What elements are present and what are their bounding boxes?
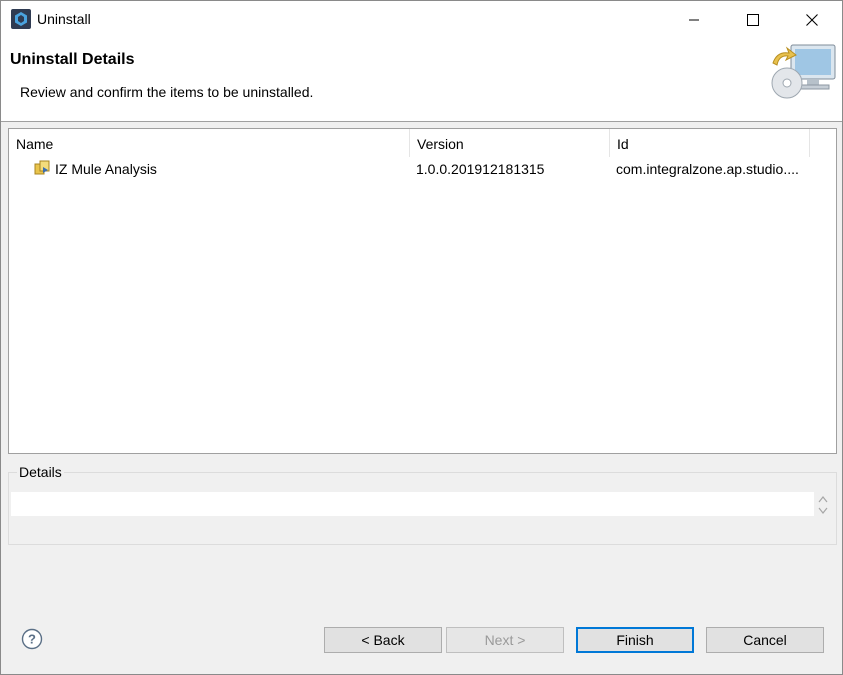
minimize-icon — [689, 19, 699, 21]
eclipse-app-icon — [11, 9, 31, 29]
column-header-id[interactable]: Id — [610, 129, 810, 157]
finish-button[interactable]: Finish — [576, 627, 694, 653]
back-button[interactable]: < Back — [324, 627, 442, 653]
details-label: Details — [17, 464, 64, 480]
row-name: IZ Mule Analysis — [55, 161, 157, 177]
table-row[interactable]: IZ Mule Analysis 1.0.0.201912181315 com.… — [9, 157, 809, 181]
maximize-button[interactable] — [724, 1, 782, 39]
close-button[interactable] — [783, 1, 841, 39]
cancel-button[interactable]: Cancel — [706, 627, 824, 653]
details-scroll-arrows-icon[interactable] — [816, 493, 830, 517]
svg-text:?: ? — [28, 632, 36, 647]
page-description: Review and confirm the items to be unins… — [20, 84, 314, 100]
title-bar: Uninstall — [1, 1, 842, 39]
column-header-version[interactable]: Version — [410, 129, 610, 157]
row-version: 1.0.0.201912181315 — [416, 161, 545, 177]
uninstall-computer-icon — [771, 44, 836, 99]
items-table: Name Version Id IZ Mule Analysis 1.0.0.2… — [8, 128, 837, 454]
window-title: Uninstall — [37, 11, 91, 27]
feature-plugin-icon — [34, 160, 50, 175]
next-button[interactable]: Next > — [446, 627, 564, 653]
table-header: Name Version Id — [9, 129, 836, 157]
minimize-button[interactable] — [665, 1, 723, 39]
column-header-name[interactable]: Name — [9, 129, 410, 157]
wizard-header: Uninstall Details Review and confirm the… — [1, 39, 842, 122]
details-text-area[interactable] — [11, 492, 814, 516]
page-title: Uninstall Details — [10, 51, 135, 68]
maximize-icon — [747, 14, 759, 26]
help-icon[interactable]: ? — [21, 628, 43, 650]
row-id: com.integralzone.ap.studio.... — [616, 161, 799, 177]
close-icon — [806, 14, 818, 26]
uninstall-dialog: Uninstall Uninstall Details Review and c… — [0, 0, 843, 675]
